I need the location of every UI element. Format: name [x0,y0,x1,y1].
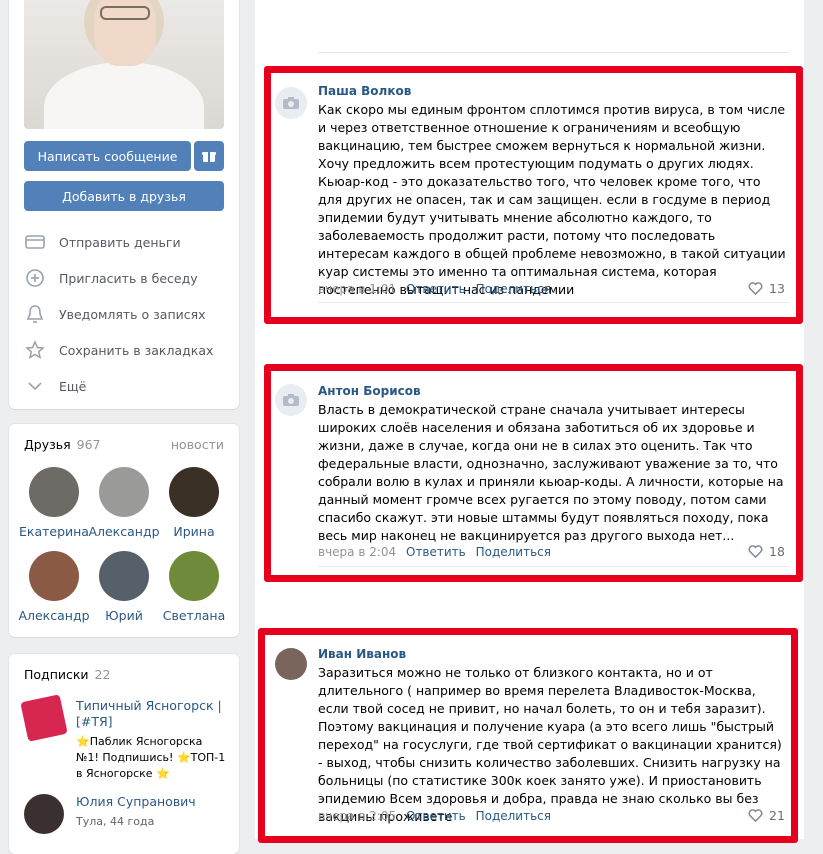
action-label: Уведомлять о записях [59,306,206,322]
comment-avatar[interactable] [275,384,307,416]
share-link[interactable]: Поделиться [476,809,551,823]
action-label: Сохранить в закладках [59,342,214,358]
friend-avatar [169,551,219,601]
reply-link[interactable]: Ответить [406,809,466,823]
profile-photo[interactable] [24,0,224,129]
action-label: Отправить деньги [59,234,181,250]
like-button[interactable]: 13 [748,281,785,296]
share-link[interactable]: Поделиться [476,545,551,559]
friend-item[interactable]: Светлана [158,551,230,623]
friend-avatar [29,551,79,601]
divider [318,566,789,567]
like-count: 13 [769,281,785,296]
subscription-avatar [24,794,64,834]
action-label: Ещё [59,378,87,394]
friend-item[interactable]: Екатерина [18,467,90,539]
chevron-down-icon [24,375,46,397]
profile-card: Написать сообщение Добавить в друзья Отп… [9,0,239,409]
friends-title: Друзья [24,437,71,452]
like-count: 18 [769,544,785,559]
comment-time[interactable]: вчера в 2:05 [318,809,396,823]
gift-button[interactable] [194,141,224,171]
reply-link[interactable]: Ответить [406,545,466,559]
subscription-avatar [20,694,68,742]
friends-news-link[interactable]: новости [171,437,224,452]
subscriptions-title: Подписки [24,667,89,682]
divider [318,302,789,303]
friend-item[interactable]: Юрий [88,551,160,623]
bookmark-action[interactable]: Сохранить в закладках [24,332,234,368]
subscriptions-header[interactable]: Подписки 22 [24,667,110,682]
camera-icon [283,97,299,109]
friend-avatar [29,467,79,517]
friends-card: Друзья 967 новости Екатерина Александр Ир… [9,424,239,637]
camera-icon [283,394,299,406]
friend-item[interactable]: Александр [88,467,160,539]
subscription-desc: Тула, 44 года [76,815,155,828]
friend-name: Ирина [173,524,215,539]
subscriptions-card: Подписки 22 Типичный Ясногорск | [#ТЯ] ⭐П… [9,654,239,854]
comment-text: Заразиться можно не только от близкого к… [318,665,782,824]
comment-meta: вчера в 1:01 Ответить Поделиться [318,282,551,296]
divider [318,52,789,53]
subscription-item[interactable]: Юлия Супранович Тула, 44 года [24,794,224,836]
subscription-name: Типичный Ясногорск | [#ТЯ] [76,698,222,729]
share-link[interactable]: Поделиться [476,282,551,296]
friend-item[interactable]: Александр [18,551,90,623]
friend-name: Юрий [105,608,143,623]
friend-avatar [99,467,149,517]
comment-author[interactable]: Антон Борисов [318,384,421,398]
comment-time[interactable]: вчера в 2:04 [318,545,396,559]
notify-action[interactable]: Уведомлять о записях [24,296,234,332]
heart-icon [748,282,763,295]
comment-author[interactable]: Паша Волков [318,84,411,98]
action-label: Пригласить в беседу [59,270,198,286]
comment-meta: вчера в 2:04 Ответить Поделиться [318,545,551,559]
friends-header[interactable]: Друзья 967 [24,437,101,452]
subscription-name: Юлия Супранович [76,794,196,809]
heart-icon [748,545,763,558]
friend-name: Екатерина [19,524,89,539]
friend-name: Светлана [162,608,226,623]
gift-icon [202,152,216,162]
bell-icon [24,303,46,325]
friend-name: Александр [88,524,160,539]
send-money-action[interactable]: Отправить деньги [24,224,234,260]
friend-item[interactable]: Ирина [158,467,230,539]
add-friend-button[interactable]: Добавить в друзья [24,181,224,211]
comment-author[interactable]: Иван Иванов [318,647,406,661]
more-action[interactable]: Ещё [24,368,234,404]
friend-name: Александр [18,608,90,623]
subscriptions-count: 22 [94,667,111,682]
comment-meta: вчера в 2:05 Ответить Поделиться [318,809,551,823]
star-icon [24,339,46,361]
chat-plus-icon [24,267,46,289]
like-button[interactable]: 21 [748,808,785,823]
comment-text: Власть в демократической стране сначала … [318,402,784,543]
comment-avatar[interactable] [275,87,307,119]
friend-avatar [99,551,149,601]
invite-chat-action[interactable]: Пригласить в беседу [24,260,234,296]
comment-time[interactable]: вчера в 1:01 [318,282,396,296]
friend-avatar [169,467,219,517]
card-icon [24,231,46,253]
reply-link[interactable]: Ответить [406,282,466,296]
like-button[interactable]: 18 [748,544,785,559]
comment-text: Как скоро мы единым фронтом сплотимся пр… [318,102,786,297]
friends-count: 967 [76,437,101,452]
comment-avatar[interactable] [275,648,307,680]
write-message-button[interactable]: Написать сообщение [24,141,191,171]
subscription-desc: ⭐Паблик Ясногорска №1! Подпишись! ⭐ТОП-1… [76,735,226,780]
like-count: 21 [769,808,785,823]
subscription-item[interactable]: Типичный Ясногорск | [#ТЯ] ⭐Паблик Ясног… [20,694,226,788]
heart-icon [748,809,763,822]
